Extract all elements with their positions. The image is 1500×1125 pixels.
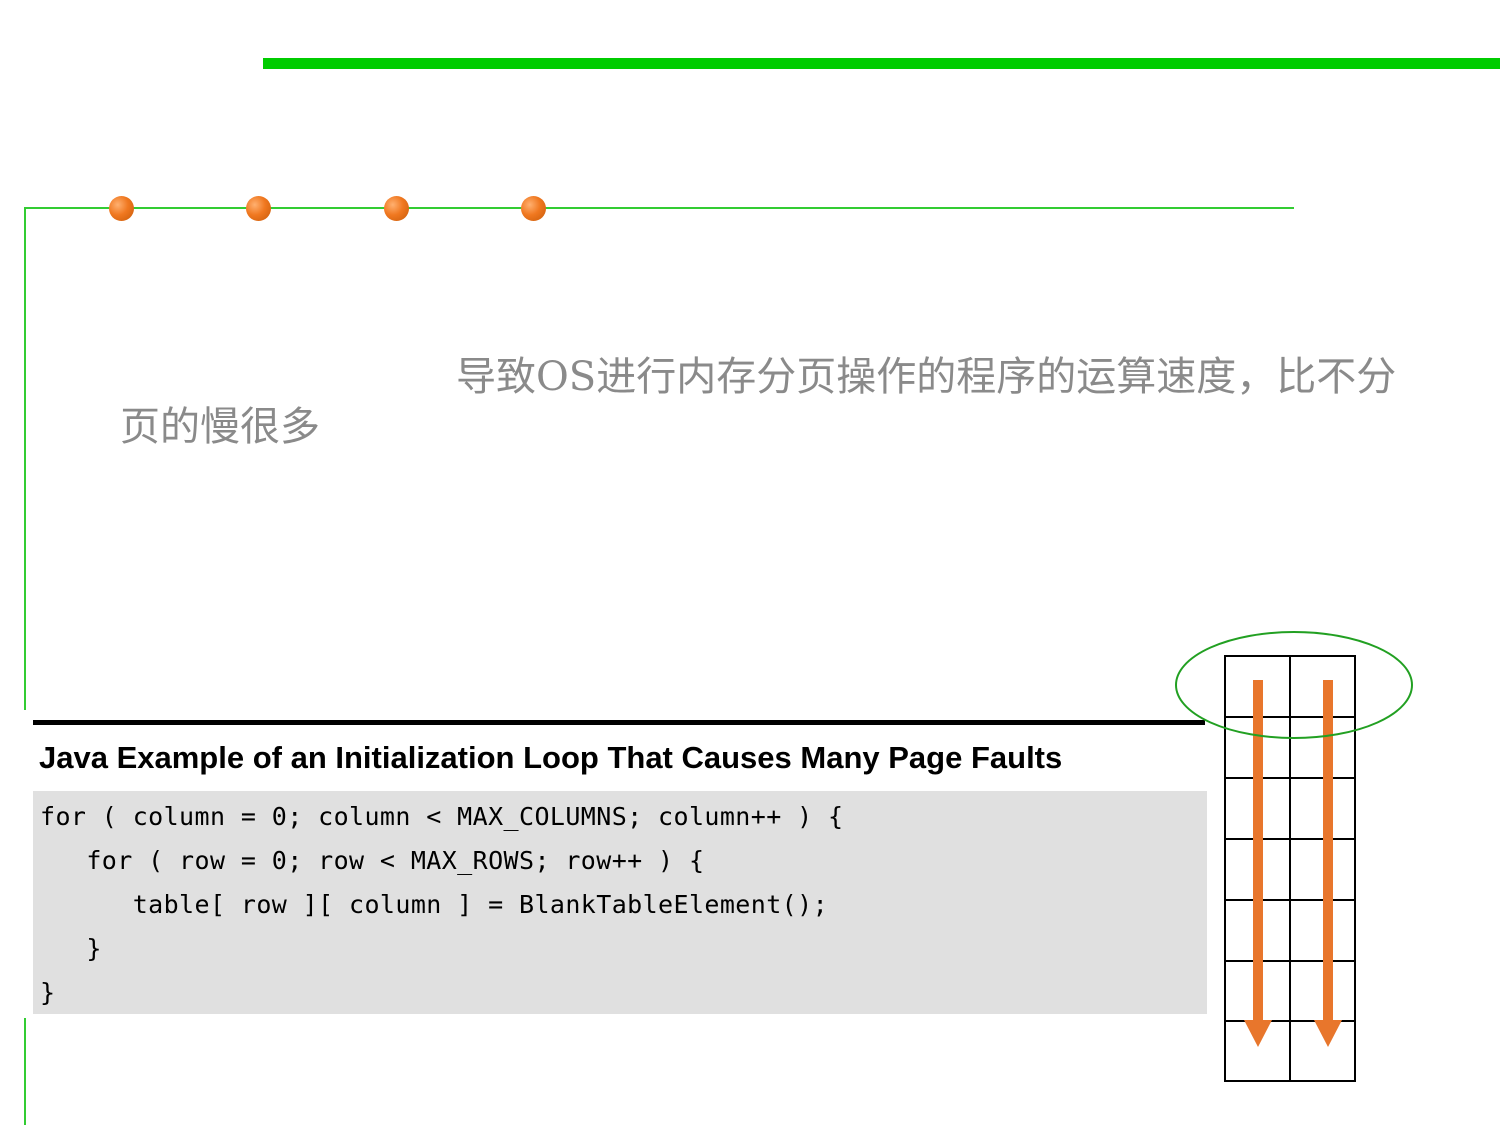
frame-top-line	[24, 207, 1294, 209]
column-traversal-diagram	[1175, 631, 1413, 1082]
code-line: table[ row ][ column ] = BlankTableEleme…	[40, 890, 829, 919]
bullet-dot-icon	[246, 196, 271, 221]
bullet-dot-icon	[109, 196, 134, 221]
frame-left-line	[24, 207, 26, 710]
table-grid	[1224, 655, 1356, 1082]
example-heading: Java Example of an Initialization Loop T…	[39, 740, 1063, 775]
code-line: for ( column = 0; column < MAX_COLUMNS; …	[40, 802, 844, 831]
bullet-dot-icon	[384, 196, 409, 221]
first-row-highlight-ellipse	[1175, 631, 1413, 739]
bullet-dot-icon	[521, 196, 546, 221]
top-accent-bar	[263, 58, 1500, 69]
code-line: for ( row = 0; row < MAX_ROWS; row++ ) {	[40, 846, 705, 875]
code-line: }	[40, 978, 56, 1007]
example-top-rule	[33, 720, 1205, 725]
slide-note-text: 导致OS进行内存分页操作的程序的运算速度，比不分页的慢很多	[120, 354, 1397, 450]
frame-left-line-lower	[24, 1018, 26, 1125]
code-line: }	[40, 934, 102, 963]
